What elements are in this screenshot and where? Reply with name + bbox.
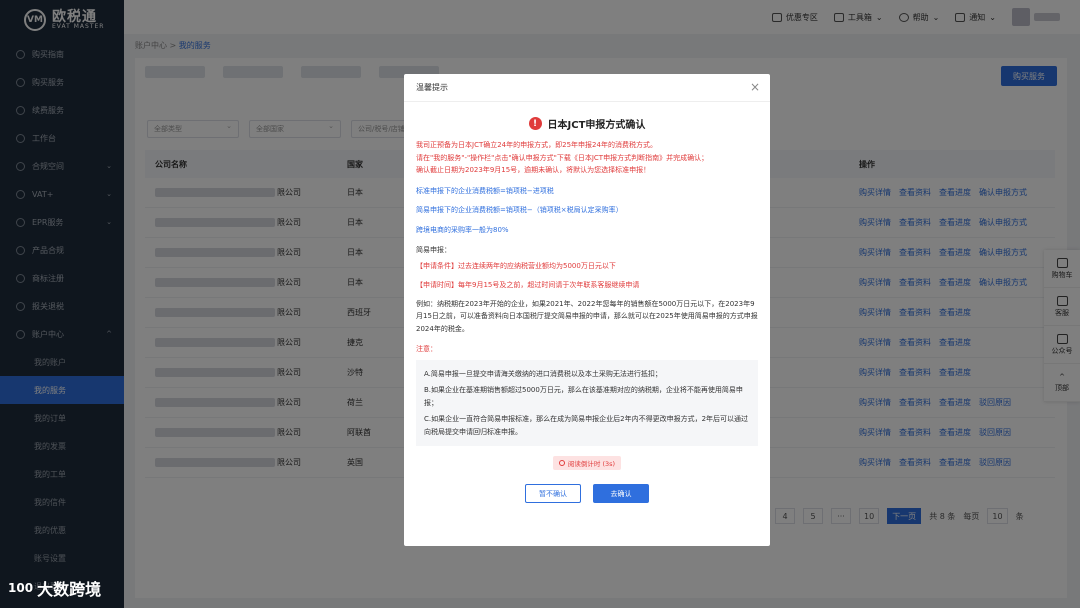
note-b: B.如果企业在基准期销售额超过5000万日元，那么在该基准期对应的纳税期，企业将… (424, 386, 743, 407)
notice-red-2: 请在"我的服务"-"操作栏"点击"确认申报方式"下载《日本JCT申报方式判断指南… (416, 153, 709, 162)
jct-confirm-modal: 温馨提示 × ! 日本JCT申报方式确认 我司正预备为日本JCT确立24年的申报… (404, 74, 770, 546)
modal-header: 温馨提示 × (404, 74, 770, 102)
apply-time: 【申请时间】每年9月15号及之前，超过时间请于次年联系客服继续申请 (416, 281, 640, 289)
read-countdown: 阅读倒计时 (3s) (552, 456, 622, 470)
apply-condition: 【申请条件】过去连续两年的应纳税营业额均为5000万日元以下 (416, 261, 616, 270)
modal-body: 我司正预备为日本JCT确立24年的申报方式，即25年申报24年的消费税方式。 请… (404, 139, 770, 503)
close-icon[interactable]: × (750, 81, 760, 93)
simple-label: 简易申报： (416, 246, 451, 254)
notice-red-3: 确认截止日期为2023年9月15号，逾期未确认，将默认为您选择标准申报！ (416, 166, 651, 174)
confirm-button[interactable]: 去确认 (593, 484, 649, 503)
modal-header-title: 温馨提示 (416, 83, 448, 92)
modal-title: ! 日本JCT申报方式确认 (404, 116, 770, 131)
formula-standard: 标准申报下的企业消费税额=销项税−进项税 (416, 186, 554, 195)
formula-simple: 简易申报下的企业消费税额=销项税−（销项税×税局认定采购率） (416, 206, 623, 214)
brand-num: 100 (8, 581, 34, 595)
later-button[interactable]: 暂不确认 (525, 484, 581, 503)
note-c: C.如果企业一直符合简易申报标准，那么在成为简易申报企业后2年内不得更改申报方式… (424, 415, 749, 436)
brand-watermark: 100 大数跨境 (8, 576, 101, 600)
example-text: 例如：纳税期在2023年开始的企业，如果2021年、2022年您每年的销售额在5… (416, 299, 758, 333)
notes-box: A.简易申报一旦提交申请海关缴纳的进口消费税以及本土采购无法进行抵扣； B.如果… (416, 359, 758, 446)
note-label: 注意： (416, 345, 437, 353)
clock-icon (558, 460, 565, 466)
warning-icon: ! (528, 117, 542, 130)
note-a: A.简易申报一旦提交申请海关缴纳的进口消费税以及本土采购无法进行抵扣； (424, 369, 662, 378)
brand-text: 大数跨境 (37, 580, 102, 599)
purchase-rate: 跨境电商的采购率一般为80% (416, 225, 509, 234)
notice-red-1: 我司正预备为日本JCT确立24年的申报方式，即25年申报24年的消费税方式。 (416, 141, 657, 149)
modal-title-text: 日本JCT申报方式确认 (547, 120, 646, 131)
